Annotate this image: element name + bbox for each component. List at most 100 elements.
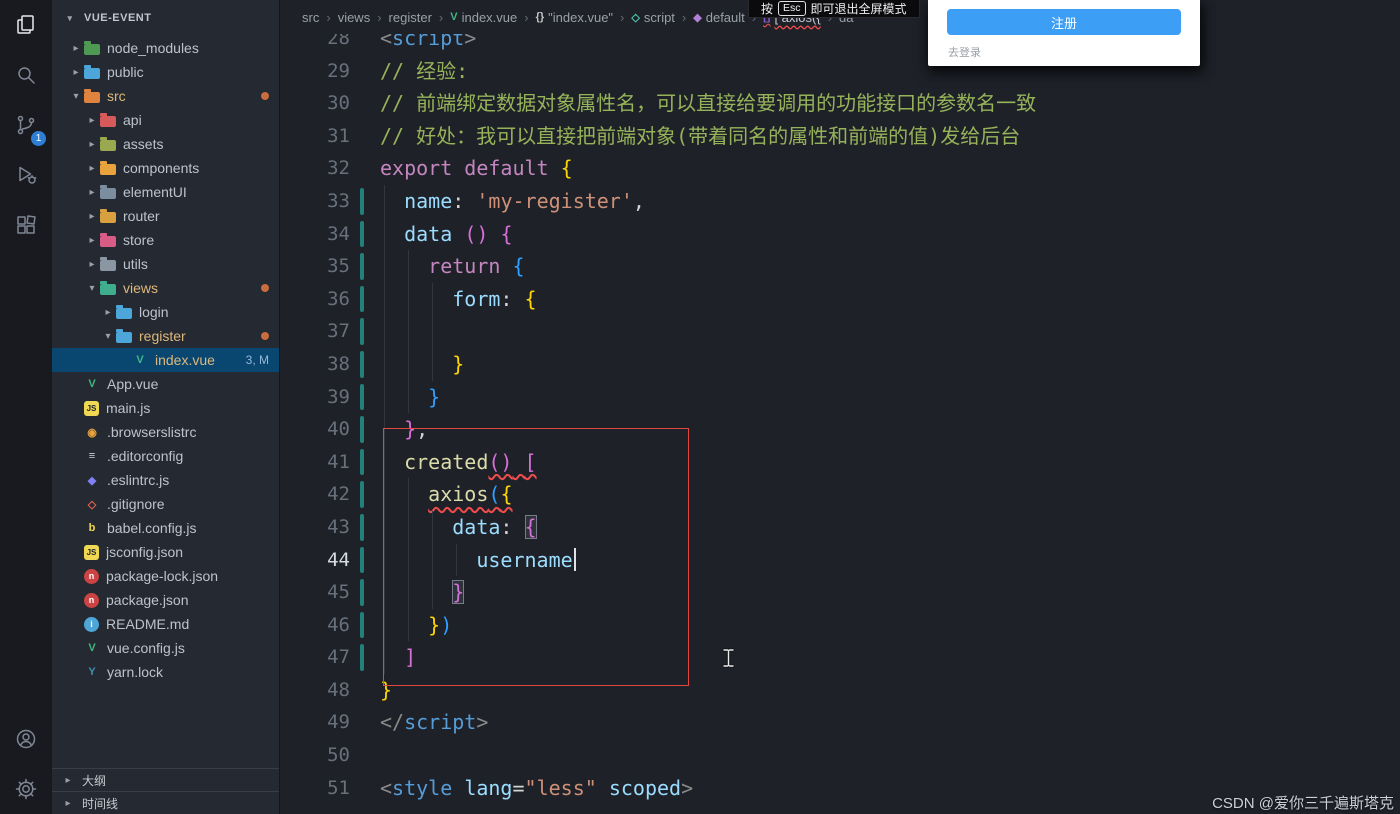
code-line-35[interactable]: 35 return {: [280, 250, 1400, 283]
tree-item-label: babel.config.js: [107, 520, 197, 536]
explorer-sidebar: ▾ VUE-EVENT ▸ node_modules ▸ public ▾ src ▸ api…: [52, 0, 280, 814]
tree-item-utils[interactable]: ▸ utils: [52, 252, 279, 276]
tree-item-label: .editorconfig: [107, 448, 184, 464]
line-number: 44: [327, 548, 350, 571]
sidebar-bottom-panels: ▸ 大纲 ▸ 时间线: [52, 768, 279, 814]
tree-item-label: assets: [123, 136, 164, 152]
chevron-right-icon: ▸: [89, 138, 95, 150]
tree-item-router[interactable]: ▸ router: [52, 204, 279, 228]
tree-item-views[interactable]: ▾ views: [52, 276, 279, 300]
breadcrumb-item-views[interactable]: views: [338, 10, 371, 25]
code-line-39[interactable]: 39 }: [280, 380, 1400, 414]
tree-item-register[interactable]: ▾ register: [52, 324, 279, 348]
timeline-panel-label: 时间线: [82, 796, 119, 811]
breadcrumb-item-default[interactable]: ◆ default: [693, 10, 745, 25]
tree-item-package-lock.json[interactable]: n package-lock.json: [52, 564, 279, 588]
breadcrumb-item-index.vue[interactable]: Vindex.vue: [450, 10, 517, 25]
folder-elementui-icon: [100, 185, 116, 199]
code-line-34[interactable]: 34 data () {: [280, 217, 1400, 251]
eslint-icon: ◆: [87, 474, 97, 487]
tree-item-label: package.json: [106, 592, 189, 608]
explorer-project-header[interactable]: ▾ VUE-EVENT: [52, 0, 279, 28]
code-line-50[interactable]: 50: [280, 739, 1400, 772]
tree-item-label: package-lock.json: [106, 568, 219, 584]
activity-extensions-icon[interactable]: [0, 200, 52, 250]
breadcrumb-item-register[interactable]: register: [389, 10, 432, 25]
symbol-class-icon: ◆: [693, 11, 702, 24]
folder-views-icon: [100, 281, 116, 295]
folder-public-icon: [84, 65, 100, 79]
register-button[interactable]: 注册: [947, 9, 1181, 35]
go-login-link[interactable]: 去登录: [948, 44, 981, 60]
tree-item-node_modules[interactable]: ▸ node_modules: [52, 36, 279, 60]
tree-item-components[interactable]: ▸ components: [52, 156, 279, 180]
tree-item-.eslintrc.js[interactable]: ◆ .eslintrc.js: [52, 468, 279, 492]
tree-item-store[interactable]: ▸ store: [52, 228, 279, 252]
tree-item-label: utils: [123, 256, 148, 272]
tree-item-README.md[interactable]: i README.md: [52, 612, 279, 636]
line-number: 33: [327, 189, 350, 212]
tree-item-assets[interactable]: ▸ assets: [52, 132, 279, 156]
timeline-panel-header[interactable]: ▸ 时间线: [52, 791, 279, 814]
breadcrumb-item--index.vue-[interactable]: {} "index.vue": [536, 10, 613, 25]
git-modified-gutter: [360, 318, 364, 345]
tree-item-elementUI[interactable]: ▸ elementUI: [52, 180, 279, 204]
tree-item-babel.config.js[interactable]: b babel.config.js: [52, 516, 279, 540]
code-line-33[interactable]: 33 name: 'my-register',: [280, 184, 1400, 218]
breadcrumb-item-src[interactable]: src: [302, 10, 319, 25]
line-number: 29: [327, 59, 350, 82]
code-line-49[interactable]: 49 </script>: [280, 706, 1400, 739]
folder-assets-icon: [100, 137, 116, 151]
tree-item-yarn.lock[interactable]: Yyarn.lock: [52, 660, 279, 684]
tree-item-public[interactable]: ▸ public: [52, 60, 279, 84]
code-line-31[interactable]: 31 // 好处：我可以直接把前端对象(带着同名的属性和前端的值)发给后台: [280, 120, 1400, 153]
tree-item-login[interactable]: ▸ login: [52, 300, 279, 324]
editor-pane[interactable]: 28 <script> 29// 经验: 30// 前端绑定数据对象属性名，可以直接给…: [280, 0, 1400, 814]
activity-search-icon[interactable]: [0, 50, 52, 100]
tree-item-label: elementUI: [123, 184, 187, 200]
tree-item-main.js[interactable]: JS main.js: [52, 396, 279, 420]
tree-item-label: store: [123, 232, 155, 248]
code-text: // 经验:: [380, 58, 469, 83]
activity-explorer-icon[interactable]: [0, 0, 52, 50]
code-line-29[interactable]: 29 // 经验:: [280, 55, 1400, 88]
chevron-right-icon: ▸: [73, 42, 79, 54]
tree-item-label: register: [139, 328, 186, 344]
code-line-37[interactable]: 37: [280, 315, 1400, 348]
activity-source-control-icon[interactable]: 1: [0, 100, 52, 150]
activity-run-debug-icon[interactable]: [0, 150, 52, 200]
activity-settings-icon[interactable]: [0, 764, 52, 814]
project-title: VUE-EVENT: [84, 12, 152, 24]
tree-item-jsconfig.json[interactable]: JS jsconfig.json: [52, 540, 279, 564]
code-line-30[interactable]: 30 // 前端绑定数据对象属性名，可以直接给要调用的功能接口的参数名一致: [280, 87, 1400, 120]
code-text: export default {: [380, 156, 573, 181]
code-line-38[interactable]: 38 }: [280, 347, 1400, 381]
tree-item-.editorconfig[interactable]: ≡ .editorconfig: [52, 444, 279, 468]
code-line-36[interactable]: 36 form: {: [280, 282, 1400, 316]
fullscreen-exit-tooltip: 按 Esc 即可退出全屏模式: [748, 0, 920, 18]
tree-item-App.vue[interactable]: V App.vue: [52, 372, 279, 396]
code-lines[interactable]: 28 <script> 29// 经验: 30// 前端绑定数据对象属性名，可以直接给…: [280, 22, 1400, 804]
tree-item-.browserslistrc[interactable]: ◉ .browserslistrc: [52, 420, 279, 444]
code-line-32[interactable]: 32 export default {: [280, 152, 1400, 185]
breadcrumb-item-script[interactable]: ◇ script: [631, 10, 675, 25]
tree-item-src[interactable]: ▾ src: [52, 84, 279, 108]
line-number: 43: [327, 515, 350, 538]
tree-item-vue.config.js[interactable]: Vvue.config.js: [52, 636, 279, 660]
git-modified-gutter: [360, 611, 364, 639]
tree-item-api[interactable]: ▸ api: [52, 108, 279, 132]
chevron-right-icon: ▸: [89, 162, 95, 174]
mouse-cursor: [722, 648, 735, 673]
git-modified-gutter: [360, 513, 364, 541]
tree-item-package.json[interactable]: n package.json: [52, 588, 279, 612]
tree-item-label: public: [107, 64, 144, 80]
folder-utils-icon: [100, 257, 116, 271]
activity-account-icon[interactable]: [0, 714, 52, 764]
tree-item-.gitignore[interactable]: ◇ .gitignore: [52, 492, 279, 516]
npm-icon: n: [84, 568, 99, 584]
chevron-right-icon: ▸: [89, 210, 95, 222]
outline-panel-header[interactable]: ▸ 大纲: [52, 768, 279, 791]
tree-item-index.vue[interactable]: Vindex.vue 3, M: [52, 348, 279, 372]
line-number: 42: [327, 483, 350, 506]
breadcrumb-separator-icon: ›: [681, 9, 687, 25]
